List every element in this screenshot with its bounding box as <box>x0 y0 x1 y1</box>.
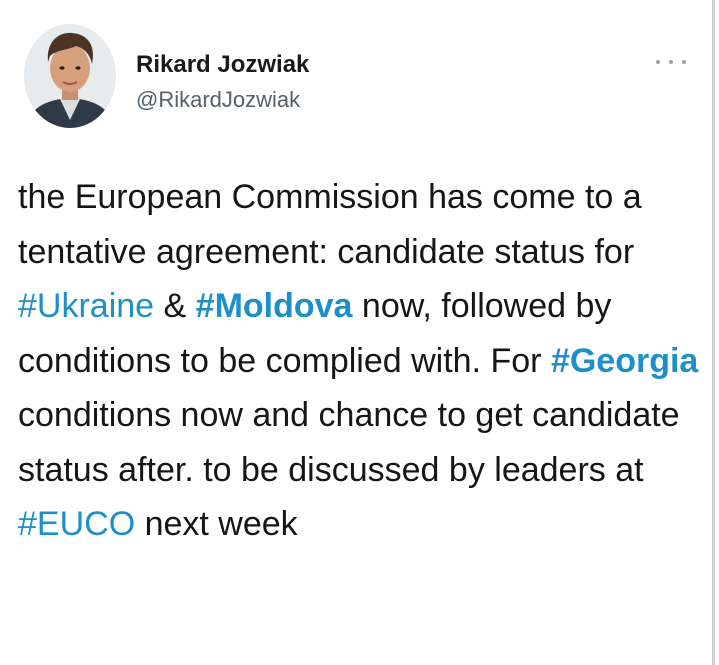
tweet-text: the European Commission has come to a te… <box>18 170 704 552</box>
tweet-header: Rikard Jozwiak @RikardJozwiak <box>24 24 692 132</box>
more-options-button[interactable] <box>656 54 686 70</box>
hashtag-euco[interactable]: #EUCO <box>18 505 135 543</box>
hashtag-georgia[interactable]: #Georgia <box>551 342 698 380</box>
tweet-text-segment: conditions now and chance to get candida… <box>18 396 680 489</box>
tweet-card: Rikard Jozwiak @RikardJozwiak the Europe… <box>0 0 719 665</box>
author-info: Rikard Jozwiak @RikardJozwiak <box>136 50 309 114</box>
display-name[interactable]: Rikard Jozwiak <box>136 50 309 80</box>
avatar[interactable] <box>24 24 116 128</box>
scrollbar[interactable] <box>712 0 715 665</box>
tweet-text-segment: & <box>154 287 196 325</box>
tweet-text-segment: the European Commission has come to a te… <box>18 178 642 271</box>
more-horizontal-icon <box>656 60 660 64</box>
user-handle[interactable]: @RikardJozwiak <box>136 86 309 114</box>
hashtag-moldova[interactable]: #Moldova <box>196 287 353 325</box>
hashtag-ukraine[interactable]: #Ukraine <box>18 287 154 325</box>
tweet-text-segment: next week <box>135 505 298 543</box>
profile-photo-icon <box>24 24 116 128</box>
more-horizontal-icon <box>682 60 686 64</box>
more-horizontal-icon <box>669 60 673 64</box>
